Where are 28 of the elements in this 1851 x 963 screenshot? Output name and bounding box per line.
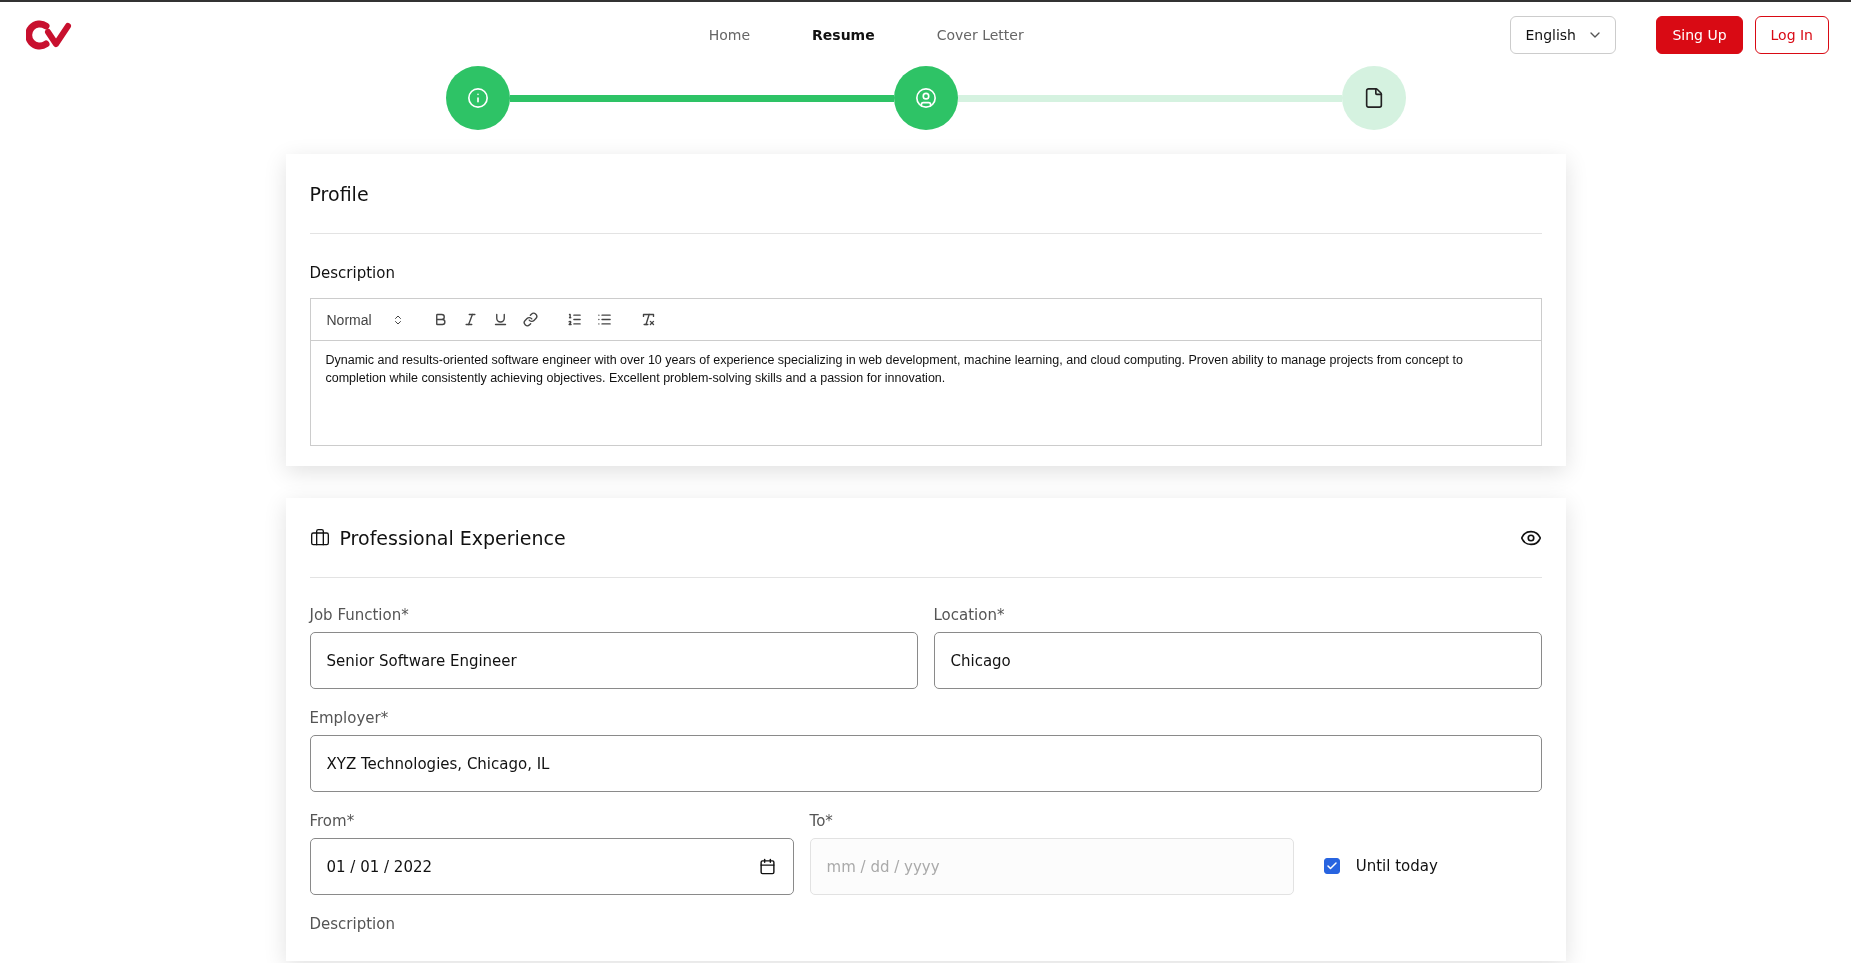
logo-icon — [26, 20, 72, 50]
language-select[interactable]: English — [1510, 16, 1617, 54]
description-text: Dynamic and results-oriented software engineer with over 10 years of experience specializing in web development, machine learning, and cloud computing. Proven ability to manage projects from concept to completion while consistently achieving objectives. Excellent problem-solving skills and a passion for innovation. — [324, 352, 1464, 387]
text-editor[interactable] — [309, 298, 1542, 446]
field-label: To* — [809, 812, 834, 830]
checkbox-label: Until today — [1355, 857, 1438, 875]
briefcase-icon — [309, 527, 330, 548]
input-field[interactable]: Chicago — [933, 632, 1542, 689]
log-in-button[interactable]: Log In — [1754, 16, 1829, 54]
field-label: Location* — [933, 606, 1006, 624]
sign-up-button[interactable]: Sing Up — [1656, 16, 1743, 54]
field-label: Description — [309, 264, 396, 282]
field-label: Description — [309, 915, 396, 933]
nav-link[interactable]: Cover Letter — [936, 27, 1024, 43]
section-title: Profile — [309, 182, 370, 205]
date-field[interactable]: 01 / 01 / 2022 — [309, 838, 794, 895]
field-label: Job Function* — [309, 606, 410, 624]
input-field[interactable]: Senior Software Engineer — [309, 632, 918, 689]
format-select[interactable]: Normal — [326, 311, 404, 328]
nav-link[interactable]: Resume — [812, 27, 875, 43]
check-icon — [1325, 860, 1338, 872]
checkbox[interactable] — [1323, 858, 1340, 874]
field-label: From* — [309, 812, 356, 830]
input-field[interactable]: XYZ Technologies, Chicago, IL — [309, 735, 1542, 792]
field-label: Employer* — [309, 709, 390, 727]
section-title: Professional Experience — [339, 526, 567, 549]
calendar-icon[interactable] — [758, 858, 776, 875]
nav-link[interactable]: Home — [708, 27, 751, 43]
